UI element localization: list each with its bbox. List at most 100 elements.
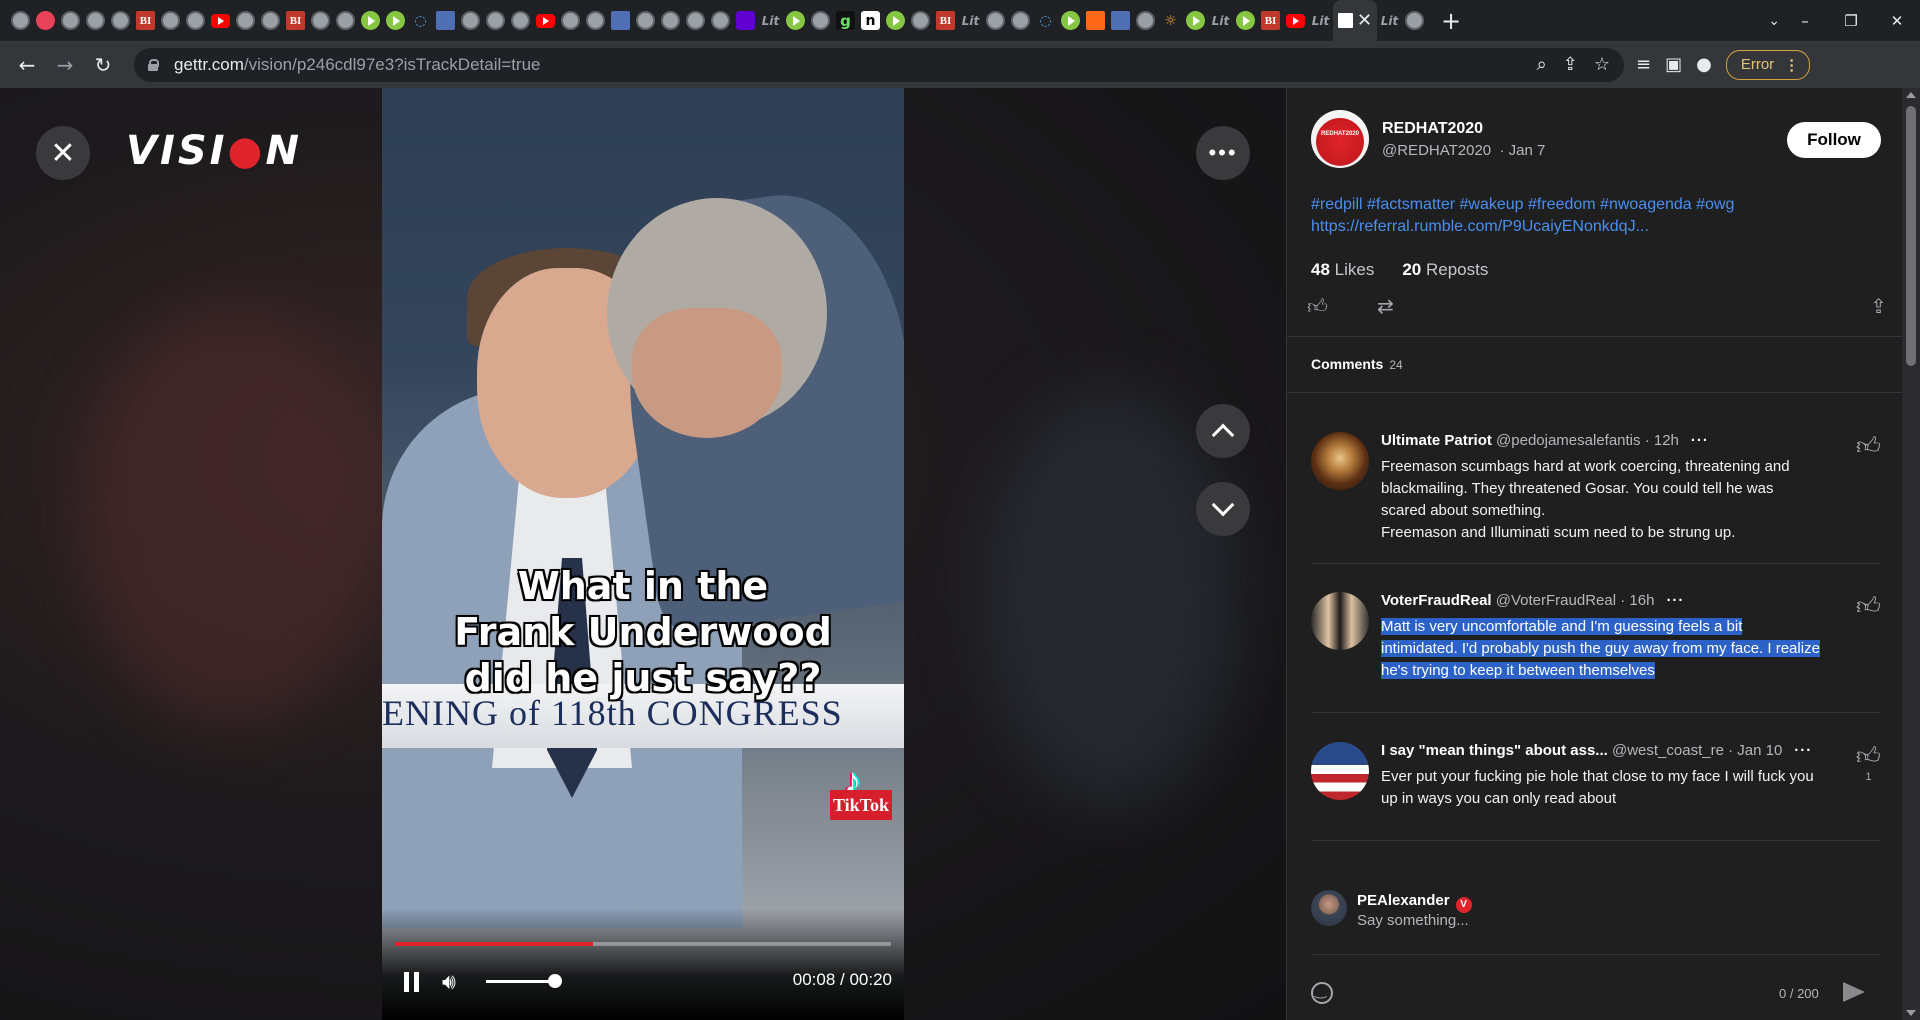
browser-tab[interactable]: [783, 0, 808, 41]
share-icon[interactable]: ⇪: [1870, 294, 1887, 318]
browser-tab[interactable]: Lit: [758, 0, 783, 41]
close-tab-icon[interactable]: ✕: [1357, 10, 1372, 31]
emoji-icon[interactable]: [1311, 982, 1333, 1004]
send-icon[interactable]: [1843, 982, 1865, 1002]
more-options-button[interactable]: •••: [1196, 126, 1250, 180]
browser-tab[interactable]: Lit: [958, 0, 983, 41]
browser-tab[interactable]: [1233, 0, 1258, 41]
side-panel-icon[interactable]: ▣: [1665, 54, 1682, 75]
browser-tab[interactable]: [608, 0, 633, 41]
browser-tab[interactable]: [8, 0, 33, 41]
active-browser-tab[interactable]: ✕: [1333, 0, 1377, 41]
previous-video-button[interactable]: [1196, 404, 1250, 458]
comment-author[interactable]: Ultimate Patriot: [1381, 432, 1492, 449]
browser-tab[interactable]: [633, 0, 658, 41]
browser-tab[interactable]: [83, 0, 108, 41]
browser-tab[interactable]: [533, 0, 558, 41]
comment-input[interactable]: Say something...: [1357, 912, 1469, 929]
browser-tab[interactable]: [333, 0, 358, 41]
volume-icon[interactable]: 🔊︎: [442, 970, 456, 995]
browser-tab[interactable]: [1283, 0, 1308, 41]
error-update-button[interactable]: Error ⋮: [1725, 49, 1811, 80]
author-name[interactable]: REDHAT2020: [1382, 120, 1483, 138]
volume-slider[interactable]: [486, 980, 556, 983]
page-scrollbar[interactable]: [1902, 88, 1920, 1020]
browser-tab[interactable]: [158, 0, 183, 41]
browser-tab[interactable]: Lit: [1308, 0, 1333, 41]
comment-like-button[interactable]: 👍︎: [1856, 432, 1881, 461]
new-tab-button[interactable]: +: [1441, 7, 1461, 35]
browser-tab[interactable]: Lit: [1208, 0, 1233, 41]
comment-handle[interactable]: @VoterFraudReal: [1496, 592, 1616, 609]
browser-tab[interactable]: [58, 0, 83, 41]
comment-more-icon[interactable]: ···: [1691, 432, 1709, 449]
browser-tab[interactable]: [1008, 0, 1033, 41]
browser-tab[interactable]: [458, 0, 483, 41]
browser-tab[interactable]: [733, 0, 758, 41]
browser-tab[interactable]: [1083, 0, 1108, 41]
scrollbar-thumb[interactable]: [1906, 106, 1916, 366]
browser-tab[interactable]: BI: [1258, 0, 1283, 41]
browser-tab[interactable]: [233, 0, 258, 41]
close-player-button[interactable]: ✕: [36, 126, 90, 180]
browser-tab[interactable]: [808, 0, 833, 41]
comment-handle[interactable]: @west_coast_re: [1612, 742, 1724, 759]
browser-tab[interactable]: [983, 0, 1008, 41]
avatar[interactable]: REDHAT2020: [1311, 110, 1369, 168]
hashtags[interactable]: #redpill #factsmatter #wakeup #freedom #…: [1311, 194, 1871, 216]
minimize-button[interactable]: –: [1782, 12, 1828, 30]
pause-button[interactable]: [404, 972, 424, 992]
browser-tab[interactable]: BI: [283, 0, 308, 41]
comment-handle[interactable]: @pedojamesalefantis: [1496, 432, 1640, 449]
like-icon[interactable]: 👍︎: [1307, 294, 1328, 319]
comment-author[interactable]: I say "mean things" about ass...: [1381, 742, 1608, 759]
avatar[interactable]: [1311, 742, 1369, 800]
next-video-button[interactable]: [1196, 482, 1250, 536]
author-handle-text[interactable]: @REDHAT2020: [1382, 142, 1491, 159]
browser-tab[interactable]: BI: [133, 0, 158, 41]
scroll-down-arrow-icon[interactable]: [1906, 1010, 1916, 1016]
browser-tab[interactable]: [508, 0, 533, 41]
browser-tab[interactable]: [433, 0, 458, 41]
profile-icon[interactable]: ●: [1696, 54, 1712, 75]
forward-button[interactable]: →: [46, 46, 84, 84]
address-bar[interactable]: gettr.com/vision/p246cdl97e3?isTrackDeta…: [134, 47, 1624, 82]
video-frame[interactable]: ENING of 118th CONGRESS What in the Fran…: [382, 88, 904, 1020]
zoom-icon[interactable]: ⌕: [1537, 54, 1547, 75]
back-button[interactable]: ←: [8, 46, 46, 84]
comment-like-button[interactable]: 👍︎: [1856, 592, 1881, 621]
browser-tab[interactable]: ◌: [408, 0, 433, 41]
reposts-stat[interactable]: 20 Reposts: [1402, 260, 1488, 280]
volume-slider-handle[interactable]: [548, 974, 562, 988]
post-link[interactable]: https://referral.rumble.com/P9UcaiyENonk…: [1311, 216, 1871, 238]
repost-icon[interactable]: ⇄: [1377, 294, 1394, 318]
browser-tab[interactable]: [1058, 0, 1083, 41]
browser-tab[interactable]: [658, 0, 683, 41]
browser-tab[interactable]: [308, 0, 333, 41]
browser-tab[interactable]: Lit: [1377, 0, 1402, 41]
browser-tab[interactable]: [183, 0, 208, 41]
browser-tab[interactable]: [1402, 0, 1427, 41]
bookmark-star-icon[interactable]: ☆: [1594, 54, 1610, 75]
browser-tab[interactable]: ◌: [1033, 0, 1058, 41]
likes-stat[interactable]: 48 Likes: [1311, 260, 1374, 280]
reload-button[interactable]: ↻: [84, 46, 122, 84]
scroll-up-arrow-icon[interactable]: [1906, 92, 1916, 98]
close-window-button[interactable]: ✕: [1874, 12, 1920, 30]
comment-more-icon[interactable]: ···: [1794, 742, 1812, 759]
browser-tab[interactable]: [558, 0, 583, 41]
browser-tab[interactable]: [908, 0, 933, 41]
browser-tab[interactable]: [683, 0, 708, 41]
media-control-icon[interactable]: ≡: [1636, 54, 1651, 75]
browser-tab[interactable]: n: [858, 0, 883, 41]
share-icon[interactable]: ⇪: [1563, 54, 1578, 75]
comment-more-icon[interactable]: ···: [1666, 592, 1684, 609]
browser-tab[interactable]: [258, 0, 283, 41]
browser-tab[interactable]: [883, 0, 908, 41]
comment-author[interactable]: VoterFraudReal: [1381, 592, 1492, 609]
follow-button[interactable]: Follow: [1787, 122, 1881, 158]
browser-tab[interactable]: [208, 0, 233, 41]
video-progress-bar[interactable]: [395, 942, 891, 946]
browser-tab[interactable]: g: [833, 0, 858, 41]
restore-button[interactable]: ❐: [1828, 12, 1874, 30]
